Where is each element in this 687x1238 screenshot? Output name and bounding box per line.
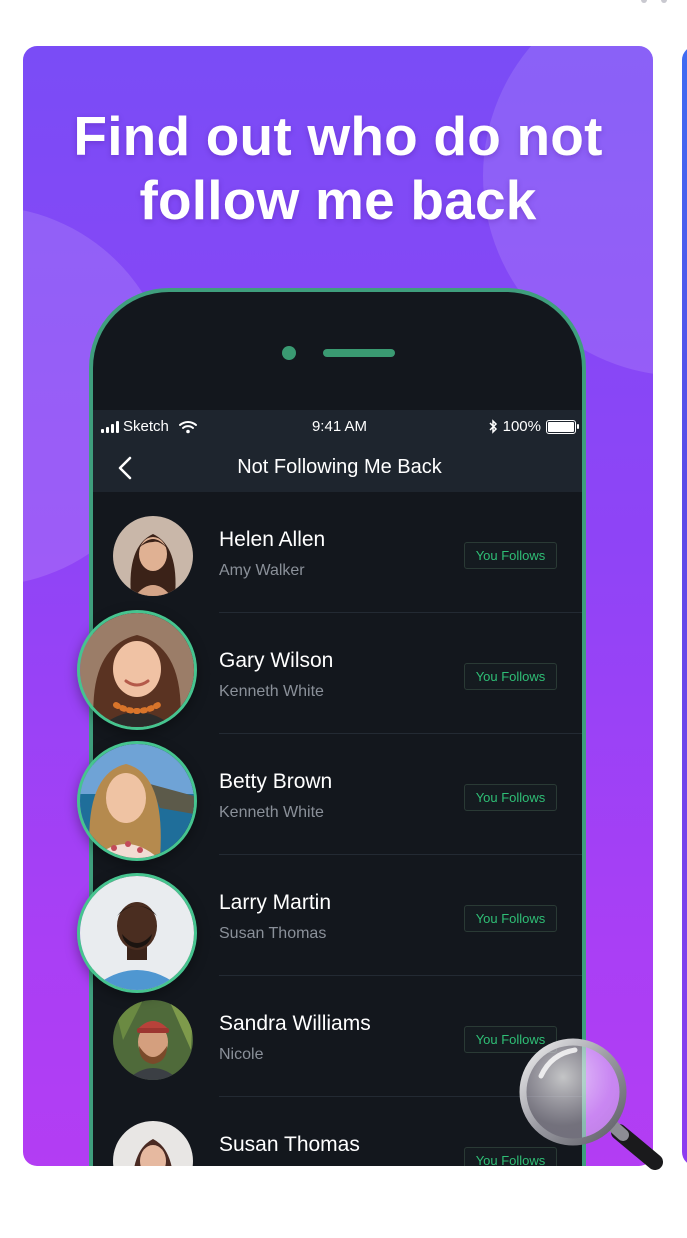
avatar: [113, 516, 193, 596]
next-screenshot-card[interactable]: [682, 46, 687, 1166]
more-dots-icon: [639, 0, 669, 6]
avatar-large: [77, 610, 197, 730]
list-item[interactable]: Susan Thomas You Follows: [93, 1097, 582, 1166]
you-follows-button[interactable]: You Follows: [464, 663, 557, 690]
nav-title: Not Following Me Back: [237, 456, 442, 478]
user-subtitle: Kenneth White: [219, 804, 324, 821]
list-item[interactable]: Sandra Williams Nicole You Follows: [93, 976, 582, 1097]
nav-bar: Not Following Me Back: [93, 444, 582, 492]
user-name: Gary Wilson: [219, 649, 334, 672]
status-bar: Sketch 9:41 AM 100%: [93, 410, 582, 444]
avatar: [113, 1000, 193, 1080]
speaker-icon: [323, 349, 395, 357]
list-item[interactable]: Helen Allen Amy Walker You Follows: [93, 492, 582, 613]
user-name: Sandra Williams: [219, 1012, 371, 1035]
headline-line-2: follow me back: [139, 169, 537, 231]
user-subtitle: Kenneth White: [219, 683, 324, 700]
phone-mockup: Sketch 9:41 AM 100% Not Following Me Bac…: [89, 288, 586, 1166]
user-subtitle: Susan Thomas: [219, 925, 327, 942]
avatar-large: [77, 741, 197, 861]
you-follows-button[interactable]: You Follows: [464, 784, 557, 811]
screenshot-page: Find out who do not follow me back Sketc…: [0, 0, 687, 1238]
promo-screenshot-card: Find out who do not follow me back Sketc…: [23, 46, 653, 1166]
user-subtitle: Amy Walker: [219, 562, 305, 579]
camera-icon: [282, 346, 296, 360]
user-name: Susan Thomas: [219, 1133, 360, 1156]
you-follows-button[interactable]: You Follows: [464, 542, 557, 569]
user-subtitle: Nicole: [219, 1046, 264, 1063]
avatar: [113, 1121, 193, 1166]
bluetooth-icon: [489, 419, 497, 434]
headline: Find out who do not follow me back: [23, 104, 653, 232]
user-name: Betty Brown: [219, 770, 333, 793]
status-right: 100%: [489, 418, 579, 435]
user-name: Helen Allen: [219, 528, 326, 551]
user-name: Larry Martin: [219, 891, 332, 914]
avatar-large: [77, 873, 197, 993]
headline-line-1: Find out who do not: [73, 105, 603, 167]
battery-icon: [546, 419, 579, 434]
battery-label: 100%: [502, 418, 541, 435]
you-follows-button[interactable]: You Follows: [464, 905, 557, 932]
magnifier-icon: [519, 1038, 663, 1170]
